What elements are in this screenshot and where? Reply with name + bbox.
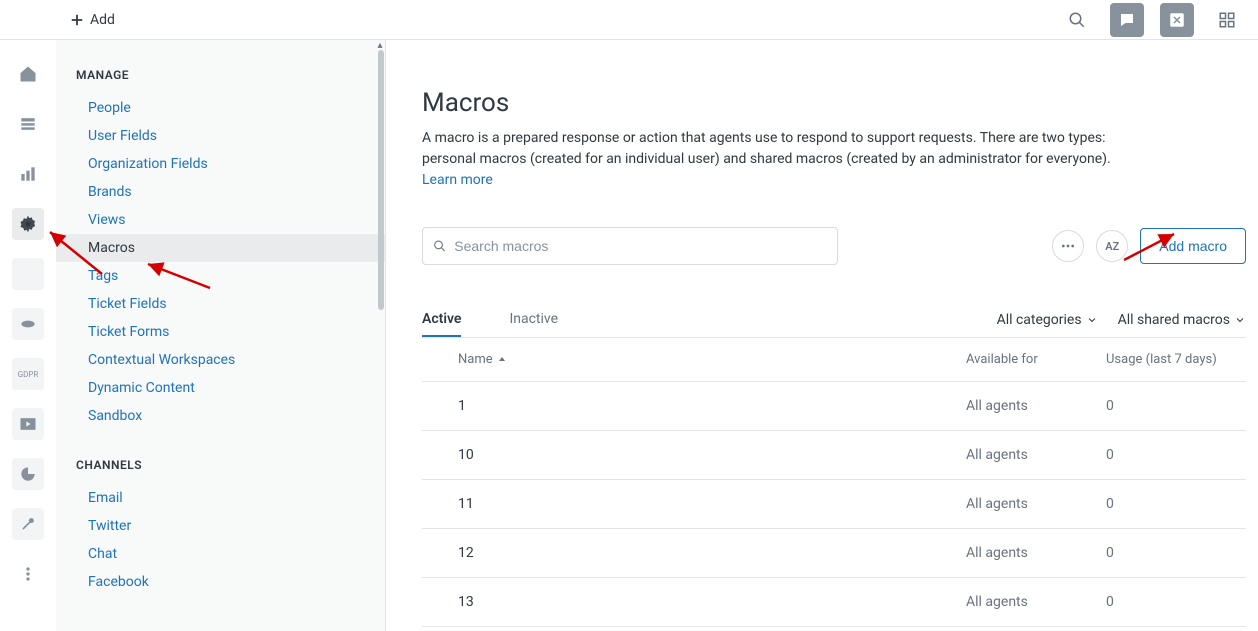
list-icon bbox=[18, 114, 38, 134]
row-usage: 0 bbox=[1106, 545, 1246, 561]
row-name: 13 bbox=[458, 594, 966, 610]
play-icon bbox=[18, 414, 38, 434]
sidebar-item-contextual-workspaces[interactable]: Contextual Workspaces bbox=[56, 346, 385, 374]
more-vertical-icon bbox=[18, 564, 38, 584]
tab-inactive[interactable]: Inactive bbox=[509, 303, 558, 337]
more-actions-button[interactable] bbox=[1052, 230, 1084, 262]
sidebar-item-tags[interactable]: Tags bbox=[56, 262, 385, 290]
row-name: 11 bbox=[458, 496, 966, 512]
search-macros-input-wrap[interactable] bbox=[422, 227, 838, 265]
circle-icon bbox=[18, 314, 38, 334]
topbar: Add bbox=[0, 0, 1258, 40]
table-row[interactable]: 12All agents0 bbox=[422, 529, 1246, 578]
sidebar-item-chat[interactable]: Chat bbox=[56, 540, 385, 568]
bar-chart-icon bbox=[18, 164, 38, 184]
search-macros-input[interactable] bbox=[454, 238, 827, 254]
scrollbar-thumb[interactable] bbox=[378, 50, 384, 310]
rail-app-1[interactable] bbox=[12, 258, 44, 290]
rail-app-5[interactable] bbox=[12, 458, 44, 490]
notification-button[interactable] bbox=[1160, 3, 1194, 37]
sidebar-item-organization-fields[interactable]: Organization Fields bbox=[56, 150, 385, 178]
sort-asc-icon bbox=[497, 355, 507, 365]
more-horizontal-icon bbox=[1060, 238, 1076, 254]
rail-views[interactable] bbox=[12, 108, 44, 140]
row-usage: 0 bbox=[1106, 447, 1246, 463]
add-tab-button[interactable]: Add bbox=[70, 12, 115, 28]
row-usage: 0 bbox=[1106, 496, 1246, 512]
shared-filter-dropdown[interactable]: All shared macros bbox=[1118, 312, 1246, 328]
sidebar-item-email[interactable]: Email bbox=[56, 484, 385, 512]
rail-app-6[interactable] bbox=[12, 508, 44, 540]
row-name: 1 bbox=[458, 398, 966, 414]
scroll-up-arrow[interactable]: ▴ bbox=[375, 40, 385, 50]
page-description: A macro is a prepared response or action… bbox=[422, 128, 1122, 191]
chat-button[interactable] bbox=[1110, 3, 1144, 37]
search-icon bbox=[1068, 11, 1086, 29]
add-tab-label: Add bbox=[90, 12, 115, 28]
channels-section-title: CHANNELS bbox=[56, 458, 385, 484]
rail-reporting[interactable] bbox=[12, 158, 44, 190]
main-content: Macros A macro is a prepared response or… bbox=[386, 40, 1258, 631]
row-name: 10 bbox=[458, 447, 966, 463]
apps-button[interactable] bbox=[1210, 3, 1244, 37]
sidebar-item-views[interactable]: Views bbox=[56, 206, 385, 234]
categories-dropdown[interactable]: All categories bbox=[997, 312, 1098, 328]
row-usage: 0 bbox=[1106, 594, 1246, 610]
rail-app-2[interactable] bbox=[12, 308, 44, 340]
sidebar-item-user-fields[interactable]: User Fields bbox=[56, 122, 385, 150]
rail-home[interactable] bbox=[12, 58, 44, 90]
row-available: All agents bbox=[966, 447, 1106, 463]
home-icon bbox=[18, 64, 38, 84]
page-title: Macros bbox=[422, 88, 1246, 118]
manage-section-title: MANAGE bbox=[56, 68, 385, 94]
tab-active[interactable]: Active bbox=[422, 303, 461, 337]
chat-icon bbox=[1118, 11, 1136, 29]
row-usage: 0 bbox=[1106, 398, 1246, 414]
sidebar-item-twitter[interactable]: Twitter bbox=[56, 512, 385, 540]
sort-button[interactable]: AZ bbox=[1096, 230, 1128, 262]
table-row[interactable]: 10All agents0 bbox=[422, 431, 1246, 480]
sidebar-item-dynamic-content[interactable]: Dynamic Content bbox=[56, 374, 385, 402]
apps-icon bbox=[1218, 11, 1236, 29]
sidebar-item-facebook[interactable]: Facebook bbox=[56, 568, 385, 596]
plus-icon bbox=[70, 13, 84, 27]
table-header: Name Available for Usage (last 7 days) bbox=[422, 338, 1246, 382]
learn-more-link[interactable]: Learn more bbox=[422, 172, 493, 188]
table-row[interactable]: 11All agents0 bbox=[422, 480, 1246, 529]
table-row[interactable]: 13All agents0 bbox=[422, 578, 1246, 627]
gear-icon bbox=[18, 214, 38, 234]
sidebar-scrollbar[interactable]: ▴ bbox=[375, 40, 385, 631]
sidebar-item-people[interactable]: People bbox=[56, 94, 385, 122]
row-name: 12 bbox=[458, 545, 966, 561]
circle-cut-icon bbox=[18, 464, 38, 484]
rail-admin[interactable] bbox=[12, 208, 44, 240]
sidebar-item-macros[interactable]: Macros bbox=[56, 234, 385, 262]
col-available-header: Available for bbox=[966, 352, 1106, 367]
rail-more[interactable] bbox=[12, 558, 44, 590]
table-row[interactable]: 1All agents0 bbox=[422, 382, 1246, 431]
search-button[interactable] bbox=[1060, 3, 1094, 37]
row-available: All agents bbox=[966, 496, 1106, 512]
col-name-header[interactable]: Name bbox=[458, 352, 966, 367]
sidebar-item-brands[interactable]: Brands bbox=[56, 178, 385, 206]
sidebar-item-ticket-fields[interactable]: Ticket Fields bbox=[56, 290, 385, 318]
col-usage-header: Usage (last 7 days) bbox=[1106, 352, 1246, 367]
wand-icon bbox=[18, 514, 38, 534]
search-icon bbox=[433, 239, 446, 253]
row-available: All agents bbox=[966, 545, 1106, 561]
side-rail: GDPR bbox=[0, 40, 56, 631]
row-available: All agents bbox=[966, 594, 1106, 610]
add-macro-button[interactable]: Add macro bbox=[1140, 228, 1246, 264]
close-box-icon bbox=[1168, 11, 1186, 29]
chevron-down-icon bbox=[1086, 314, 1098, 326]
sidebar-item-sandbox[interactable]: Sandbox bbox=[56, 402, 385, 430]
rail-app-4[interactable] bbox=[12, 408, 44, 440]
rail-app-3[interactable]: GDPR bbox=[12, 358, 44, 390]
chevron-down-icon bbox=[1234, 314, 1246, 326]
gdpr-label: GDPR bbox=[18, 370, 39, 379]
settings-sidebar: MANAGE PeopleUser FieldsOrganization Fie… bbox=[56, 40, 386, 631]
row-available: All agents bbox=[966, 398, 1106, 414]
sidebar-item-ticket-forms[interactable]: Ticket Forms bbox=[56, 318, 385, 346]
